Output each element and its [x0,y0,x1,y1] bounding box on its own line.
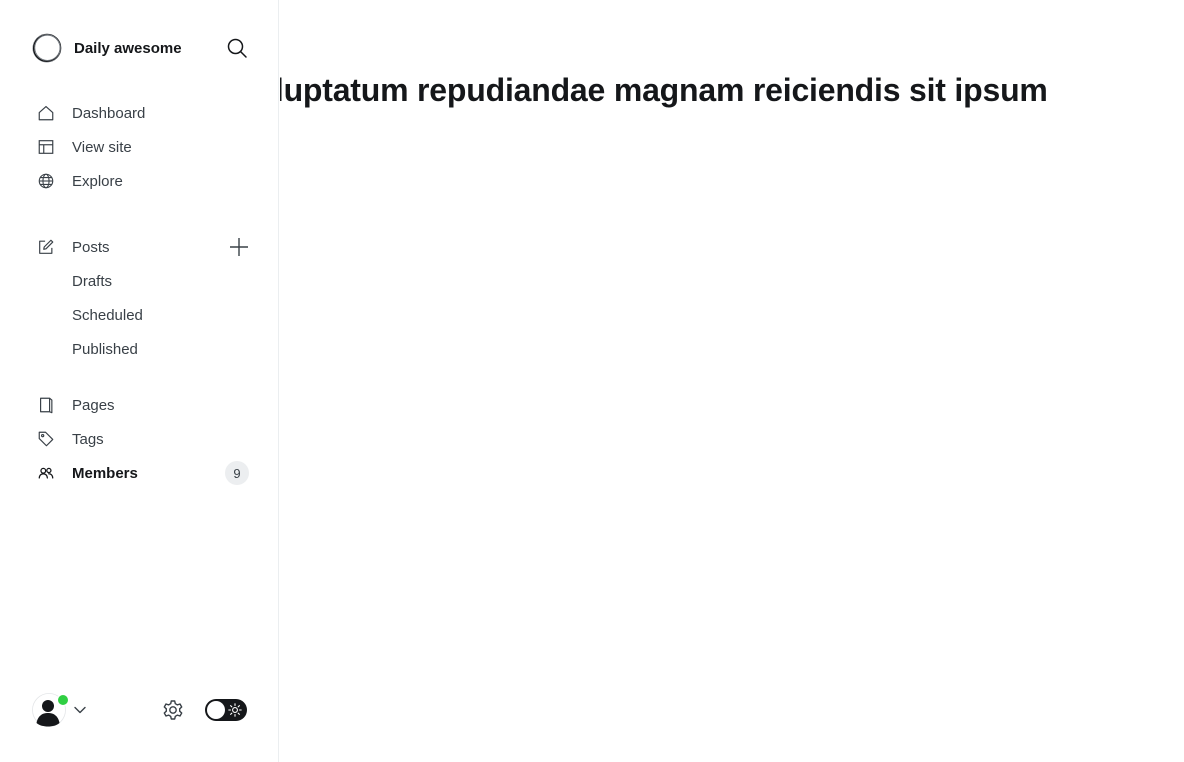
layout-icon [36,137,56,157]
nav-item-members[interactable]: Members [36,460,250,486]
app: Daily awesome Dashboard View site Explor… [0,0,1184,762]
users-icon [36,463,56,483]
plus-icon [230,238,248,256]
theme-toggle[interactable] [205,699,247,721]
home-icon [36,103,56,123]
post-title: olorum voluptatum repudiandae magnam rei… [280,72,1048,108]
globe-icon [36,171,56,191]
search-button[interactable] [226,37,248,59]
circle-logo-icon [32,33,62,63]
nav-label-dashboard: Dashboard [72,104,146,122]
nav-item-explore[interactable]: Explore [36,168,250,194]
nav-label-view-site: View site [72,138,132,156]
nav-label-posts: Posts [72,238,110,256]
brand[interactable]: Daily awesome [32,32,182,64]
sidebar: Daily awesome Dashboard View site Explor… [0,0,279,762]
page-icon [36,395,56,415]
nav-label-members: Members [72,464,138,482]
add-post-button[interactable] [228,236,250,258]
nav-item-dashboard[interactable]: Dashboard [36,100,250,126]
online-status-dot [57,694,69,706]
nav-item-tags[interactable]: Tags [36,426,250,452]
main-content: olorum voluptatum repudiandae magnam rei… [280,0,1184,762]
edit-icon [36,237,56,257]
nav-item-posts[interactable]: Posts [36,234,186,260]
account-menu-toggle[interactable] [73,703,87,717]
nav-item-view-site[interactable]: View site [36,134,250,160]
nav-sub-published[interactable]: Published [72,336,138,362]
theme-toggle-knob [207,701,225,719]
members-count-badge: 9 [225,461,249,485]
gear-icon [163,700,183,720]
nav-sub-drafts[interactable]: Drafts [72,268,112,294]
nav-sub-scheduled[interactable]: Scheduled [72,302,143,328]
search-icon [227,38,247,58]
tag-icon [36,429,56,449]
settings-button[interactable] [161,698,185,722]
nav-label-pages: Pages [72,396,115,414]
nav-item-pages[interactable]: Pages [36,392,250,418]
nav-label-tags: Tags [72,430,104,448]
sun-icon [228,703,242,717]
nav-label-explore: Explore [72,172,123,190]
brand-title: Daily awesome [74,39,182,57]
chevron-down-icon [74,706,86,714]
